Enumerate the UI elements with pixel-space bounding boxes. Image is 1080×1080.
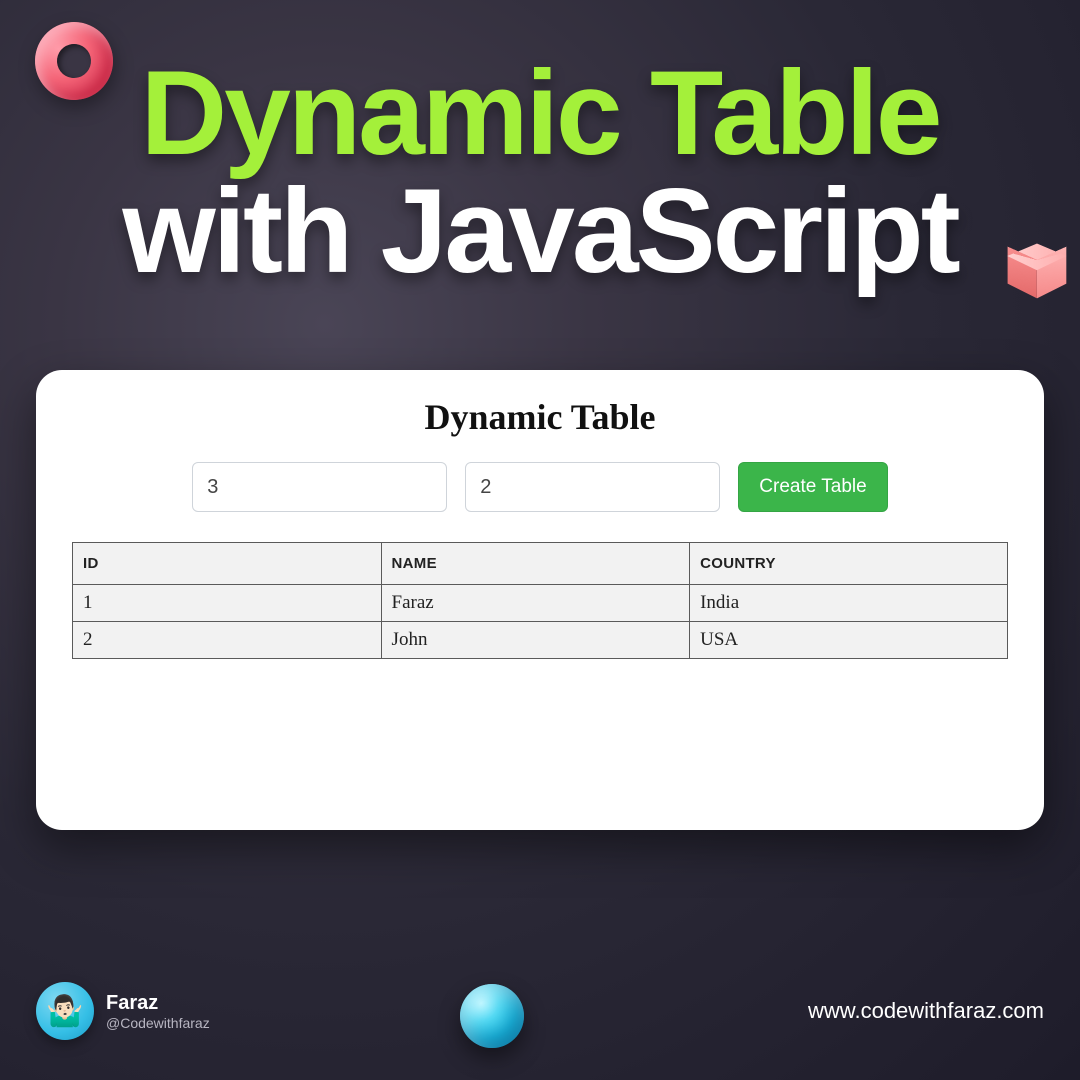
headline-line-2: with JavaScript <box>0 173 1080 291</box>
author-text: Faraz @Codewithfaraz <box>106 992 210 1031</box>
author-name: Faraz <box>106 992 210 1015</box>
avatar: 🤷🏻‍♂️ <box>36 982 94 1040</box>
demo-card: Dynamic Table Create Table ID NAME COUNT… <box>36 370 1044 830</box>
author-handle: @Codewithfaraz <box>106 1015 210 1031</box>
headline-line-1: Dynamic Table <box>0 55 1080 173</box>
author-block: 🤷🏻‍♂️ Faraz @Codewithfaraz <box>36 982 210 1040</box>
cell-country: India <box>690 585 1008 622</box>
cell-id: 2 <box>73 622 382 659</box>
cell-country: USA <box>690 622 1008 659</box>
cell-id: 1 <box>73 585 382 622</box>
table-row: 2 John USA <box>73 622 1008 659</box>
avatar-emoji: 🤷🏻‍♂️ <box>46 994 83 1029</box>
footer: 🤷🏻‍♂️ Faraz @Codewithfaraz www.codewithf… <box>36 982 1044 1040</box>
cols-input[interactable] <box>465 462 720 512</box>
page-headline: Dynamic Table with JavaScript <box>0 55 1080 290</box>
table-header-row: ID NAME COUNTRY <box>73 543 1008 585</box>
table-row: 1 Faraz India <box>73 585 1008 622</box>
create-table-button[interactable]: Create Table <box>738 462 887 512</box>
header-country: COUNTRY <box>690 543 1008 585</box>
cell-name: Faraz <box>381 585 690 622</box>
website-link[interactable]: www.codewithfaraz.com <box>808 998 1044 1024</box>
header-name: NAME <box>381 543 690 585</box>
data-table: ID NAME COUNTRY 1 Faraz India 2 John USA <box>72 542 1008 659</box>
rows-input[interactable] <box>192 462 447 512</box>
cell-name: John <box>381 622 690 659</box>
card-title: Dynamic Table <box>72 396 1008 438</box>
header-id: ID <box>73 543 382 585</box>
input-row: Create Table <box>72 462 1008 512</box>
